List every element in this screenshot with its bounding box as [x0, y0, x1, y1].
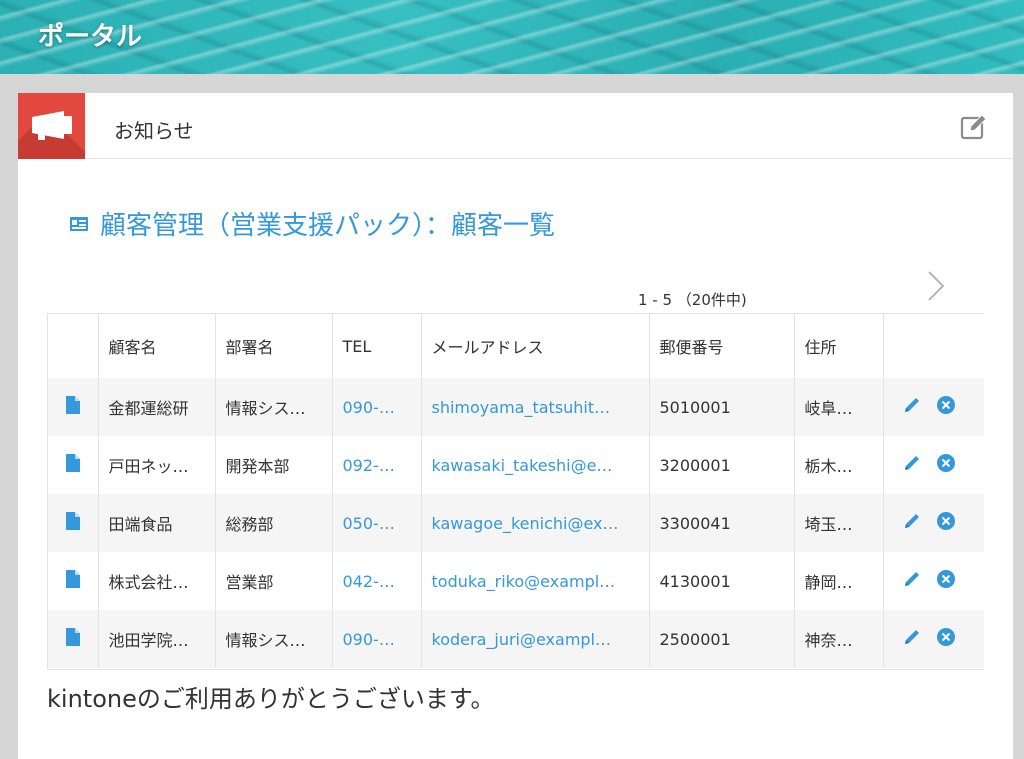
- delete-record-icon[interactable]: [936, 511, 956, 535]
- cell-address: 埼玉…: [794, 494, 884, 552]
- notice-panel-header: お知らせ: [18, 93, 1013, 159]
- table-header-row: 顧客名 部署名 TEL メールアドレス 郵便番号 住所: [48, 314, 984, 378]
- cell-customer-name: 田端食品: [98, 494, 216, 552]
- col-header-zip: 郵便番号: [649, 314, 795, 378]
- cell-tel[interactable]: 092-…: [332, 436, 422, 494]
- record-detail-icon[interactable]: [48, 552, 99, 610]
- col-header-tel: TEL: [332, 314, 422, 378]
- edit-notice-icon[interactable]: [960, 113, 988, 141]
- delete-record-icon[interactable]: [936, 627, 956, 651]
- table-row: 戸田ネッ… 開発本部 092-… kawasaki_takeshi@e… 3200001…: [48, 436, 984, 494]
- notice-footer-message: kintoneのご利用ありがとうございます。: [47, 685, 495, 713]
- cell-tel[interactable]: 042-…: [332, 552, 422, 610]
- cell-customer-name: 池田学院…: [98, 610, 216, 668]
- edit-record-icon[interactable]: [902, 453, 922, 477]
- cell-email[interactable]: kodera_juri@exampl…: [421, 610, 650, 668]
- app-card-icon: [70, 216, 88, 231]
- notice-title: お知らせ: [114, 119, 194, 143]
- delete-record-icon[interactable]: [936, 453, 956, 477]
- next-page-arrow-icon[interactable]: [926, 269, 946, 307]
- cell-customer-name: 株式会社…: [98, 552, 216, 610]
- cell-address: 栃木…: [794, 436, 884, 494]
- table-row: 株式会社… 営業部 042-… toduka_riko@exampl… 4130001 静…: [48, 552, 984, 610]
- cell-department: 開発本部: [215, 436, 333, 494]
- cell-email[interactable]: toduka_riko@exampl…: [421, 552, 650, 610]
- col-header-dept: 部署名: [215, 314, 333, 378]
- pager-count: 1 - 5 （20件中): [638, 291, 747, 309]
- cell-zip-code: 3300041: [649, 494, 795, 552]
- table-row: 田端食品 総務部 050-… kawagoe_kenichi@ex… 3300041 埼玉…: [48, 494, 984, 552]
- edit-record-icon[interactable]: [902, 569, 922, 593]
- col-header-email: メールアドレス: [421, 314, 650, 378]
- megaphone-icon: [18, 93, 85, 159]
- table-row: 金都運総研 情報シス… 090-… shimoyama_tatsuhit… 501000…: [48, 378, 984, 436]
- edit-record-icon[interactable]: [902, 627, 922, 651]
- col-header-actions: [883, 314, 984, 378]
- col-header-address: 住所: [794, 314, 884, 378]
- customer-list-title[interactable]: 顧客管理（営業支援パック）：顧客一覧: [100, 205, 555, 242]
- cell-address: 岐阜…: [794, 378, 884, 436]
- cell-email[interactable]: kawagoe_kenichi@ex…: [421, 494, 650, 552]
- cell-department: 情報シス…: [215, 610, 333, 668]
- record-detail-icon[interactable]: [48, 378, 99, 436]
- cell-zip-code: 2500001: [649, 610, 795, 668]
- portal-title: ポータル: [38, 22, 143, 52]
- edit-record-icon[interactable]: [902, 511, 922, 535]
- cell-department: 営業部: [215, 552, 333, 610]
- row-actions: [883, 378, 984, 436]
- customer-list-link[interactable]: 顧客管理（営業支援パック）：顧客一覧: [70, 205, 555, 242]
- delete-record-icon[interactable]: [936, 569, 956, 593]
- cell-customer-name: 戸田ネッ…: [98, 436, 216, 494]
- cell-tel[interactable]: 050-…: [332, 494, 422, 552]
- record-detail-icon[interactable]: [48, 494, 99, 552]
- cell-email[interactable]: shimoyama_tatsuhit…: [421, 378, 650, 436]
- cell-department: 総務部: [215, 494, 333, 552]
- notice-panel: お知らせ 顧客管理（営業支援パック）：顧客一覧 1 - 5 （20件中) 顧客名…: [18, 93, 1013, 759]
- col-header-name: 顧客名: [98, 314, 216, 378]
- cell-zip-code: 3200001: [649, 436, 795, 494]
- table-row: 池田学院… 情報シス… 090-… kodera_juri@exampl… 250000…: [48, 610, 984, 668]
- customer-table: 顧客名 部署名 TEL メールアドレス 郵便番号 住所 金都運総研 情報シス… 09…: [47, 313, 984, 670]
- col-header-icon: [48, 314, 99, 378]
- cell-zip-code: 5010001: [649, 378, 795, 436]
- cell-address: 静岡…: [794, 552, 884, 610]
- record-detail-icon[interactable]: [48, 610, 99, 668]
- row-actions: [883, 552, 984, 610]
- row-actions: [883, 436, 984, 494]
- cell-address: 神奈…: [794, 610, 884, 668]
- row-actions: [883, 494, 984, 552]
- cell-tel[interactable]: 090-…: [332, 610, 422, 668]
- portal-header: ポータル: [0, 0, 1024, 74]
- cell-customer-name: 金都運総研: [98, 378, 216, 436]
- cell-tel[interactable]: 090-…: [332, 378, 422, 436]
- cell-zip-code: 4130001: [649, 552, 795, 610]
- delete-record-icon[interactable]: [936, 395, 956, 419]
- edit-record-icon[interactable]: [902, 395, 922, 419]
- cell-email[interactable]: kawasaki_takeshi@e…: [421, 436, 650, 494]
- row-actions: [883, 610, 984, 668]
- cell-department: 情報シス…: [215, 378, 333, 436]
- record-detail-icon[interactable]: [48, 436, 99, 494]
